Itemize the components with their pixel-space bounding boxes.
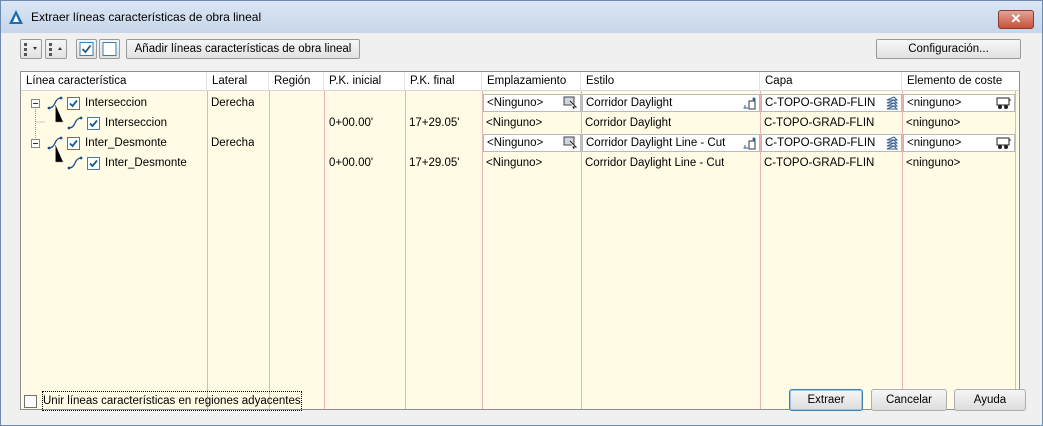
layer-icon[interactable] xyxy=(884,136,900,150)
add-feature-lines-button[interactable]: Añadir líneas características de obra li… xyxy=(126,39,360,59)
style-edit-icon[interactable] xyxy=(742,136,757,151)
column-header-lateral[interactable]: Lateral xyxy=(207,72,269,91)
feature-line-icon xyxy=(47,136,63,150)
column-header-linea[interactable]: Línea característica xyxy=(21,72,207,91)
autodesk-civil-icon xyxy=(9,10,23,24)
feature-line-name: Interseccion xyxy=(85,97,148,109)
column-header-emplazamiento[interactable]: Emplazamiento xyxy=(482,72,581,91)
window-title: Extraer líneas características de obra l… xyxy=(31,10,262,24)
lateral-cell: Derecha xyxy=(211,137,255,149)
table-row[interactable]: Interseccion Derecha <Ninguno> Corridor … xyxy=(21,93,1019,113)
uncheck-all-button[interactable] xyxy=(99,39,120,59)
column-header-pk-inicial[interactable]: P.K. inicial xyxy=(324,72,405,91)
estilo-value[interactable]: Corridor Daylight Line - Cut xyxy=(585,153,724,173)
capa-dropdown[interactable]: C-TOPO-GRAD-FLIN xyxy=(761,134,902,152)
expand-tree-button[interactable] xyxy=(20,39,42,59)
feature-line-name: Interseccion xyxy=(105,117,168,129)
capa-dropdown[interactable]: C-TOPO-GRAD-FLIN xyxy=(761,94,902,112)
capa-value: C-TOPO-GRAD-FLIN xyxy=(765,137,876,149)
dialog-window: Extraer líneas características de obra l… xyxy=(0,0,1043,426)
feature-line-name: Inter_Desmonte xyxy=(85,137,167,149)
emplazamiento-value[interactable]: <Ninguno> xyxy=(486,153,542,173)
tree-collapse-icon xyxy=(49,43,62,56)
capa-value[interactable]: C-TOPO-GRAD-FLIN xyxy=(764,113,874,133)
column-header-pk-final[interactable]: P.K. final xyxy=(405,72,482,91)
coste-dropdown[interactable]: <ninguno> xyxy=(903,94,1015,112)
pay-item-icon[interactable] xyxy=(996,136,1012,150)
feature-line-icon xyxy=(67,116,83,130)
pick-from-drawing-icon[interactable] xyxy=(563,136,578,150)
capa-value[interactable]: C-TOPO-GRAD-FLIN xyxy=(764,153,874,173)
feature-line-icon xyxy=(67,156,83,170)
column-header-estilo[interactable]: Estilo xyxy=(581,72,760,91)
emplazamiento-value: <Ninguno> xyxy=(487,137,544,149)
row-checkbox[interactable] xyxy=(67,97,80,110)
coste-dropdown[interactable]: <ninguno> xyxy=(903,134,1015,152)
collapse-tree-button[interactable] xyxy=(45,39,67,59)
estilo-dropdown[interactable]: Corridor Daylight xyxy=(582,94,760,112)
emplazamiento-value: <Ninguno> xyxy=(487,97,544,109)
extract-button[interactable]: Extraer xyxy=(789,389,863,411)
row-checkbox[interactable] xyxy=(87,117,100,130)
capa-value: C-TOPO-GRAD-FLIN xyxy=(765,97,876,109)
feature-line-name: Inter_Desmonte xyxy=(105,157,187,169)
feature-line-icon xyxy=(47,96,63,110)
tree-minus-icon[interactable] xyxy=(31,139,40,148)
style-edit-icon[interactable] xyxy=(742,96,757,111)
coste-value[interactable]: <ninguno> xyxy=(906,153,960,173)
coste-value: <ninguno> xyxy=(907,137,962,149)
tree-expand-icon xyxy=(24,43,37,56)
column-header-capa[interactable]: Capa xyxy=(760,72,902,91)
cancel-button[interactable]: Cancelar xyxy=(871,389,947,411)
merge-regions-checkbox[interactable] xyxy=(24,395,37,408)
uncheck-all-icon xyxy=(102,42,117,56)
tree-minus-icon[interactable] xyxy=(31,99,40,108)
title-bar: Extraer líneas características de obra l… xyxy=(1,1,1042,33)
estilo-value: Corridor Daylight xyxy=(586,97,673,109)
emplazamiento-dropdown[interactable]: <Ninguno> xyxy=(483,134,581,152)
feature-lines-grid: Línea característica Lateral Región P.K.… xyxy=(20,71,1020,410)
pay-item-icon[interactable] xyxy=(996,96,1012,110)
merge-regions-label[interactable]: Unir líneas características en regiones … xyxy=(42,391,302,411)
emplazamiento-dropdown[interactable]: <Ninguno> xyxy=(483,94,581,112)
lateral-cell: Derecha xyxy=(211,97,255,109)
pk-final-cell: 17+29.05' xyxy=(409,157,460,169)
layer-icon[interactable] xyxy=(884,96,900,110)
pk-inicial-cell: 0+00.00' xyxy=(329,117,374,129)
row-checkbox[interactable] xyxy=(67,137,80,150)
close-button[interactable]: ✕ xyxy=(998,10,1034,29)
table-row[interactable]: Inter_Desmonte Derecha <Ninguno> Corrido… xyxy=(21,133,1019,153)
column-header-elemento-coste[interactable]: Elemento de coste xyxy=(902,72,1019,91)
check-all-button[interactable] xyxy=(76,39,97,59)
pk-inicial-cell: 0+00.00' xyxy=(329,157,374,169)
emplazamiento-value[interactable]: <Ninguno> xyxy=(486,113,542,133)
estilo-value[interactable]: Corridor Daylight xyxy=(585,113,671,133)
configuration-button[interactable]: Configuración... xyxy=(876,39,1021,59)
check-all-icon xyxy=(79,42,94,56)
estilo-dropdown[interactable]: Corridor Daylight Line - Cut xyxy=(582,134,760,152)
pick-from-drawing-icon[interactable] xyxy=(563,96,578,110)
dialog-body: Añadir líneas características de obra li… xyxy=(9,33,1034,417)
coste-value[interactable]: <ninguno> xyxy=(906,113,960,133)
estilo-value: Corridor Daylight Line - Cut xyxy=(586,137,726,149)
column-header-region[interactable]: Región xyxy=(269,72,324,91)
table-row[interactable]: Interseccion 0+00.00' 17+29.05' <Ninguno… xyxy=(21,113,1019,133)
help-button[interactable]: Ayuda xyxy=(954,389,1026,411)
table-row[interactable]: Inter_Desmonte 0+00.00' 17+29.05' <Ningu… xyxy=(21,153,1019,173)
pk-final-cell: 17+29.05' xyxy=(409,117,460,129)
coste-value: <ninguno> xyxy=(907,97,962,109)
row-checkbox[interactable] xyxy=(87,157,100,170)
